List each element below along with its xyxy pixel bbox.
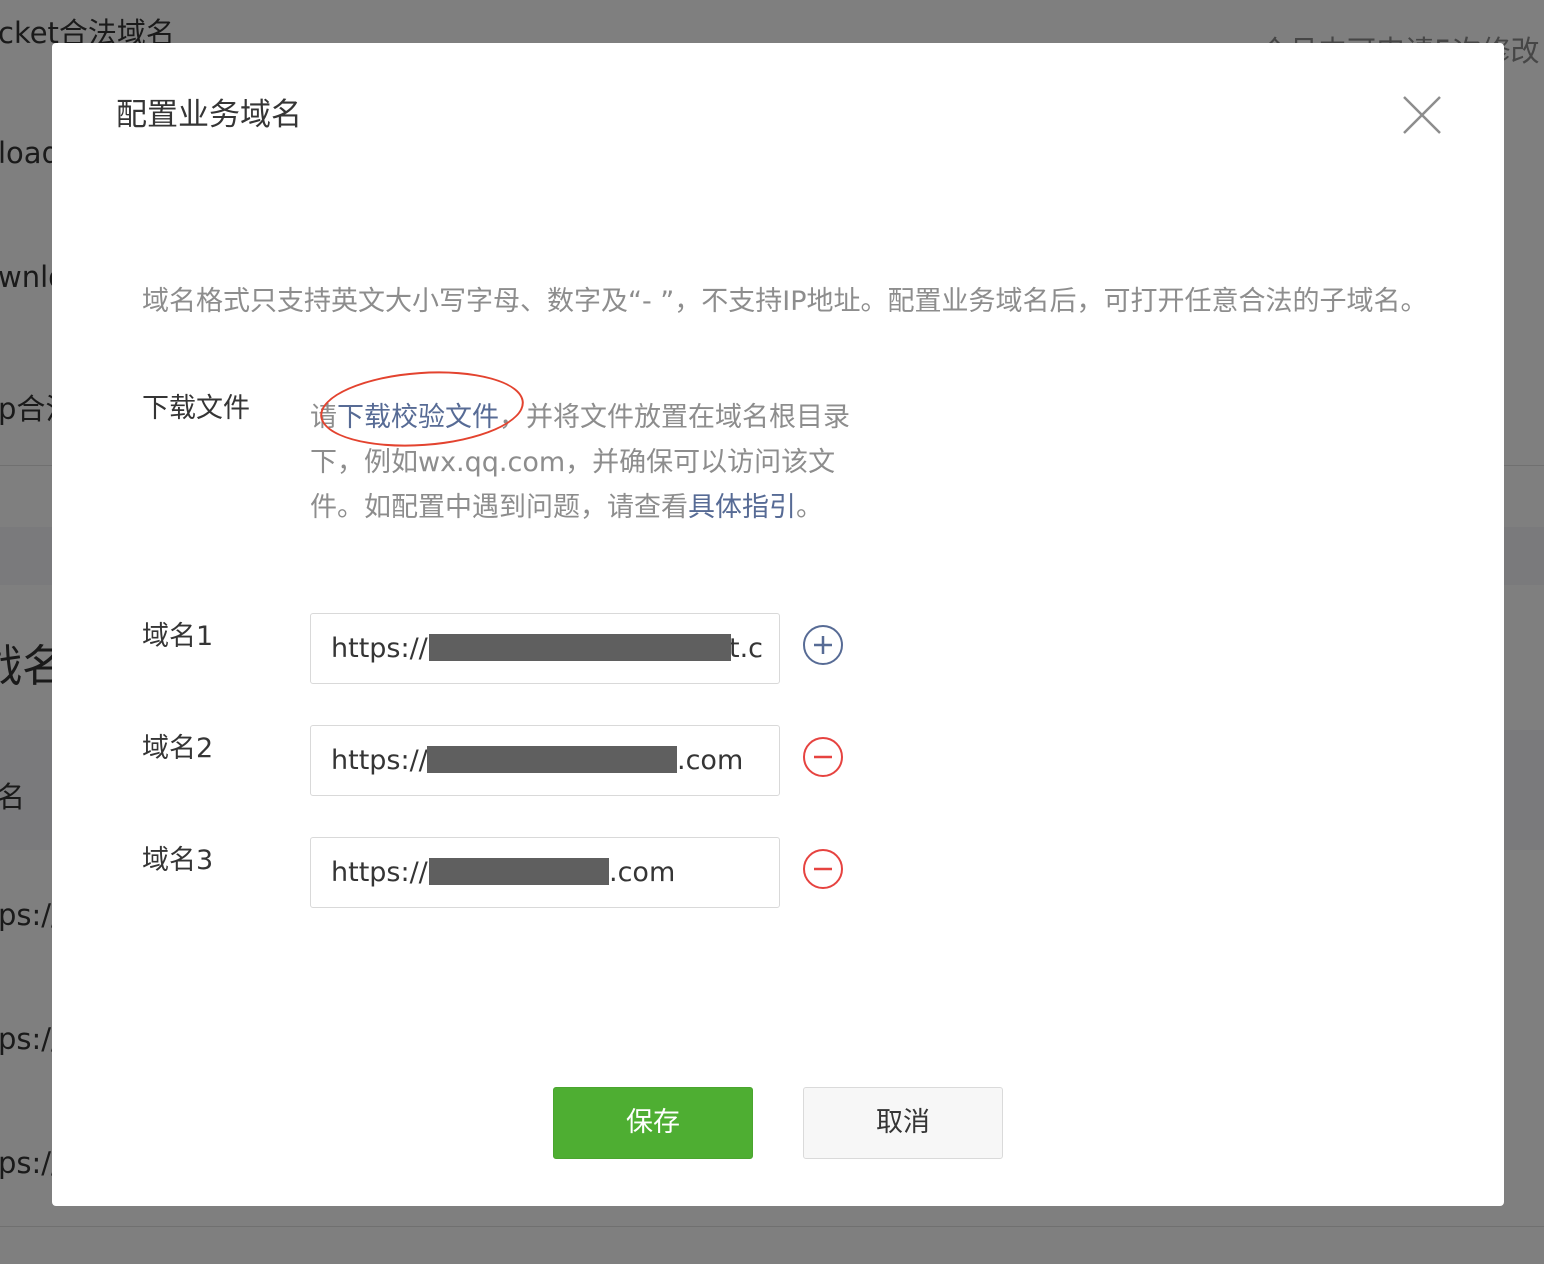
- domain-2-input[interactable]: https:// .com: [310, 725, 780, 796]
- domain-2-suffix: .com: [677, 745, 744, 776]
- minus-circle-icon: [803, 737, 843, 777]
- download-verification-file-link[interactable]: 下载校验文件: [337, 402, 499, 433]
- add-domain-button[interactable]: [802, 624, 844, 666]
- domain-1-suffix: t.c: [729, 633, 764, 664]
- domain-3-prefix: https://: [331, 857, 428, 888]
- domain-3-input[interactable]: https:// .com: [310, 837, 780, 908]
- redaction-bar: [429, 858, 609, 885]
- domain-3-label: 域名3: [142, 845, 214, 876]
- remove-domain-3-button[interactable]: [802, 848, 844, 890]
- close-icon: [1403, 96, 1441, 134]
- domain-format-description: 域名格式只支持英文大小写字母、数字及“- ”，不支持IP地址。配置业务域名后，可…: [142, 286, 1428, 317]
- domain-3-suffix: .com: [609, 857, 676, 888]
- save-button[interactable]: 保存: [553, 1087, 753, 1159]
- close-button[interactable]: [1398, 91, 1446, 139]
- configure-business-domain-dialog: 配置业务域名 域名格式只支持英文大小写字母、数字及“- ”，不支持IP地址。配置…: [52, 43, 1504, 1206]
- cancel-button[interactable]: 取消: [803, 1087, 1003, 1159]
- minus-circle-icon: [803, 849, 843, 889]
- domain-2-prefix: https://: [331, 745, 428, 776]
- domain-1-label: 域名1: [142, 621, 214, 652]
- download-instructions: 请下载校验文件，并将文件放置在域名根目录下，例如wx.qq.com，并确保可以访…: [310, 395, 855, 530]
- dialog-title: 配置业务域名: [116, 97, 302, 133]
- remove-domain-2-button[interactable]: [802, 736, 844, 778]
- domain-1-prefix: https://: [331, 633, 428, 664]
- download-suffix: 。: [796, 492, 823, 523]
- plus-circle-icon: [803, 625, 843, 665]
- download-file-label: 下载文件: [142, 393, 250, 424]
- download-prefix: 请: [310, 402, 337, 433]
- redaction-bar: [427, 746, 677, 773]
- domain-1-input[interactable]: https:// t.c: [310, 613, 780, 684]
- redaction-bar: [429, 634, 731, 661]
- domain-2-label: 域名2: [142, 733, 214, 764]
- guide-link[interactable]: 具体指引: [688, 492, 796, 523]
